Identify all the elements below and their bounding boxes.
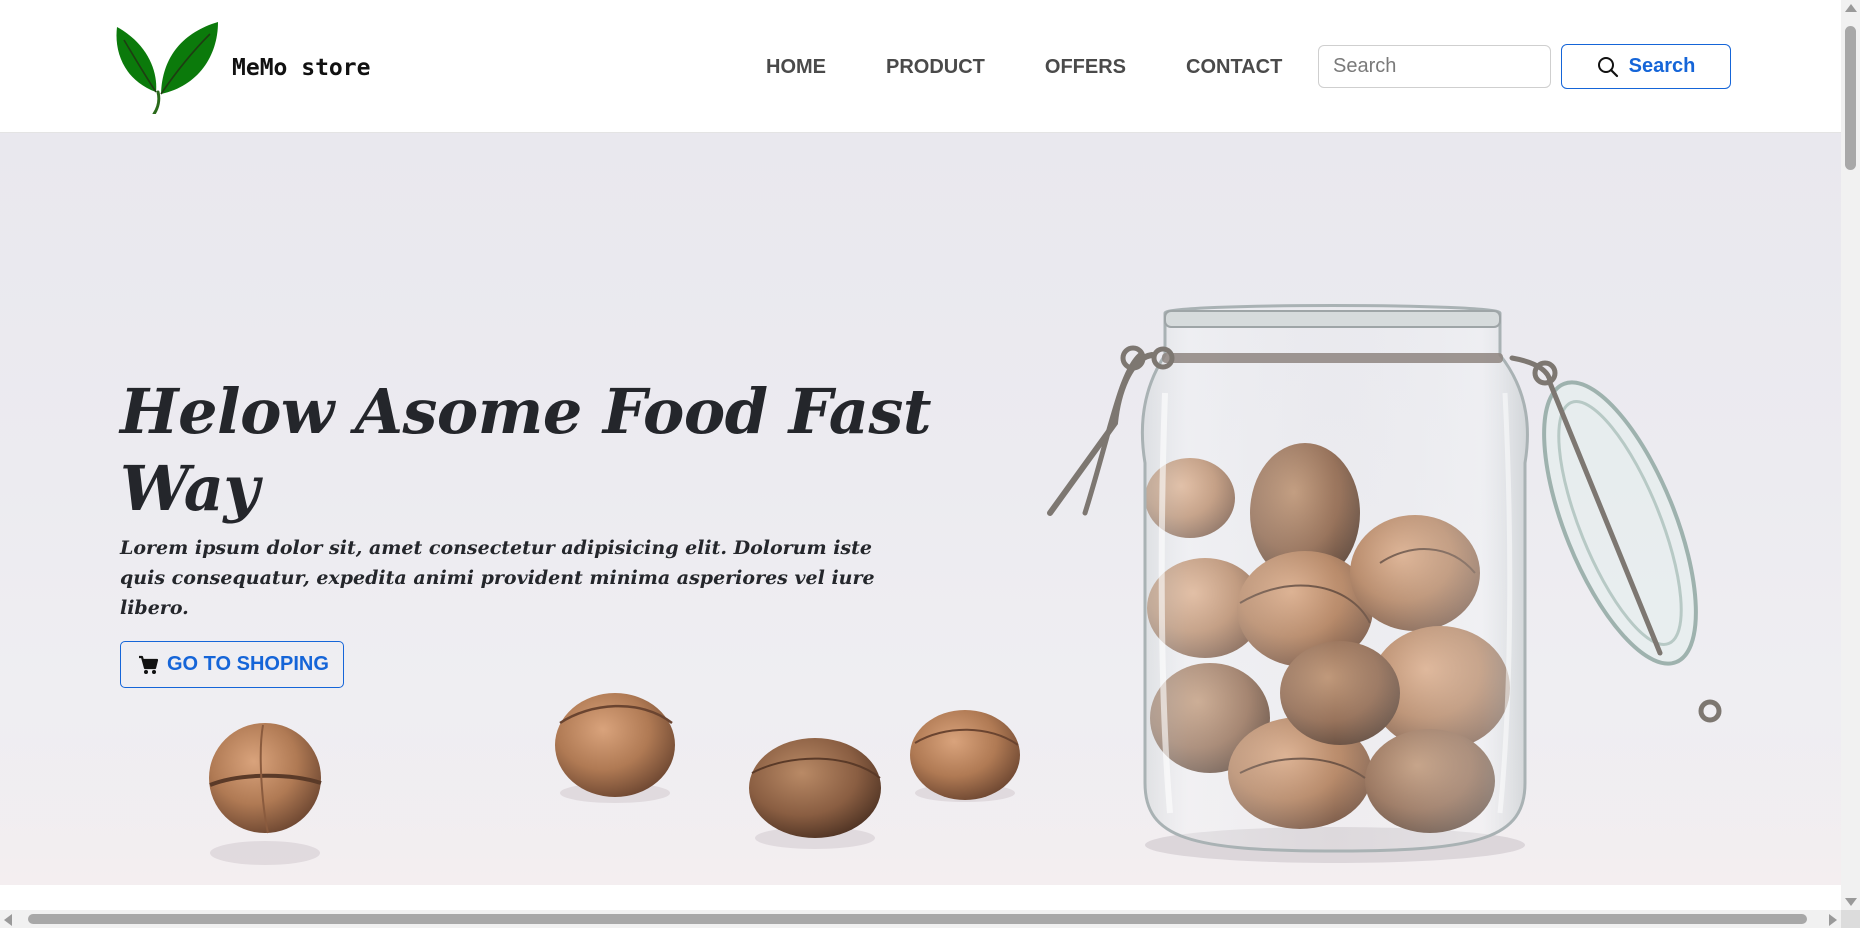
hero-title: Helow Asome Food Fast Way [120,375,932,525]
main-nav: HOME PRODUCT OFFERS CONTACT [766,40,1282,94]
brand-name: MeMo store [232,55,371,81]
nav-home[interactable]: HOME [766,56,826,79]
search-input[interactable] [1318,45,1551,88]
leaf-icon [116,22,218,114]
nav-offers[interactable]: OFFERS [1045,56,1126,79]
scroll-down-arrow-icon[interactable] [1845,898,1857,906]
brand[interactable]: MeMo store [114,22,370,114]
hero-copy: Helow Asome Food Fast Way Lorem ipsum do… [120,373,940,688]
vertical-scroll-thumb[interactable] [1845,26,1856,170]
horizontal-scrollbar[interactable] [0,910,1841,928]
go-to-shopping-button[interactable]: GO TO SHOPING [120,641,344,688]
site-header: MeMo store HOME PRODUCT OFFERS CONTACT S… [0,0,1841,133]
hero-description: Lorem ipsum dolor sit, amet consectetur … [120,537,875,619]
scroll-left-arrow-icon[interactable] [4,914,12,926]
nav-product[interactable]: PRODUCT [886,56,985,79]
hero-banner: Helow Asome Food Fast Way Lorem ipsum do… [0,133,1841,885]
cart-icon [139,655,159,674]
search-button[interactable]: Search [1561,44,1731,89]
scrollbar-corner [1841,910,1860,928]
go-to-shopping-label: GO TO SHOPING [167,653,329,675]
nav-contact[interactable]: CONTACT [1186,56,1282,79]
search-icon [1597,56,1618,77]
search-button-label: Search [1628,55,1696,77]
scroll-up-arrow-icon[interactable] [1845,4,1857,12]
vertical-scrollbar[interactable] [1841,0,1860,910]
scroll-right-arrow-icon[interactable] [1829,914,1837,926]
horizontal-scroll-thumb[interactable] [28,914,1807,924]
